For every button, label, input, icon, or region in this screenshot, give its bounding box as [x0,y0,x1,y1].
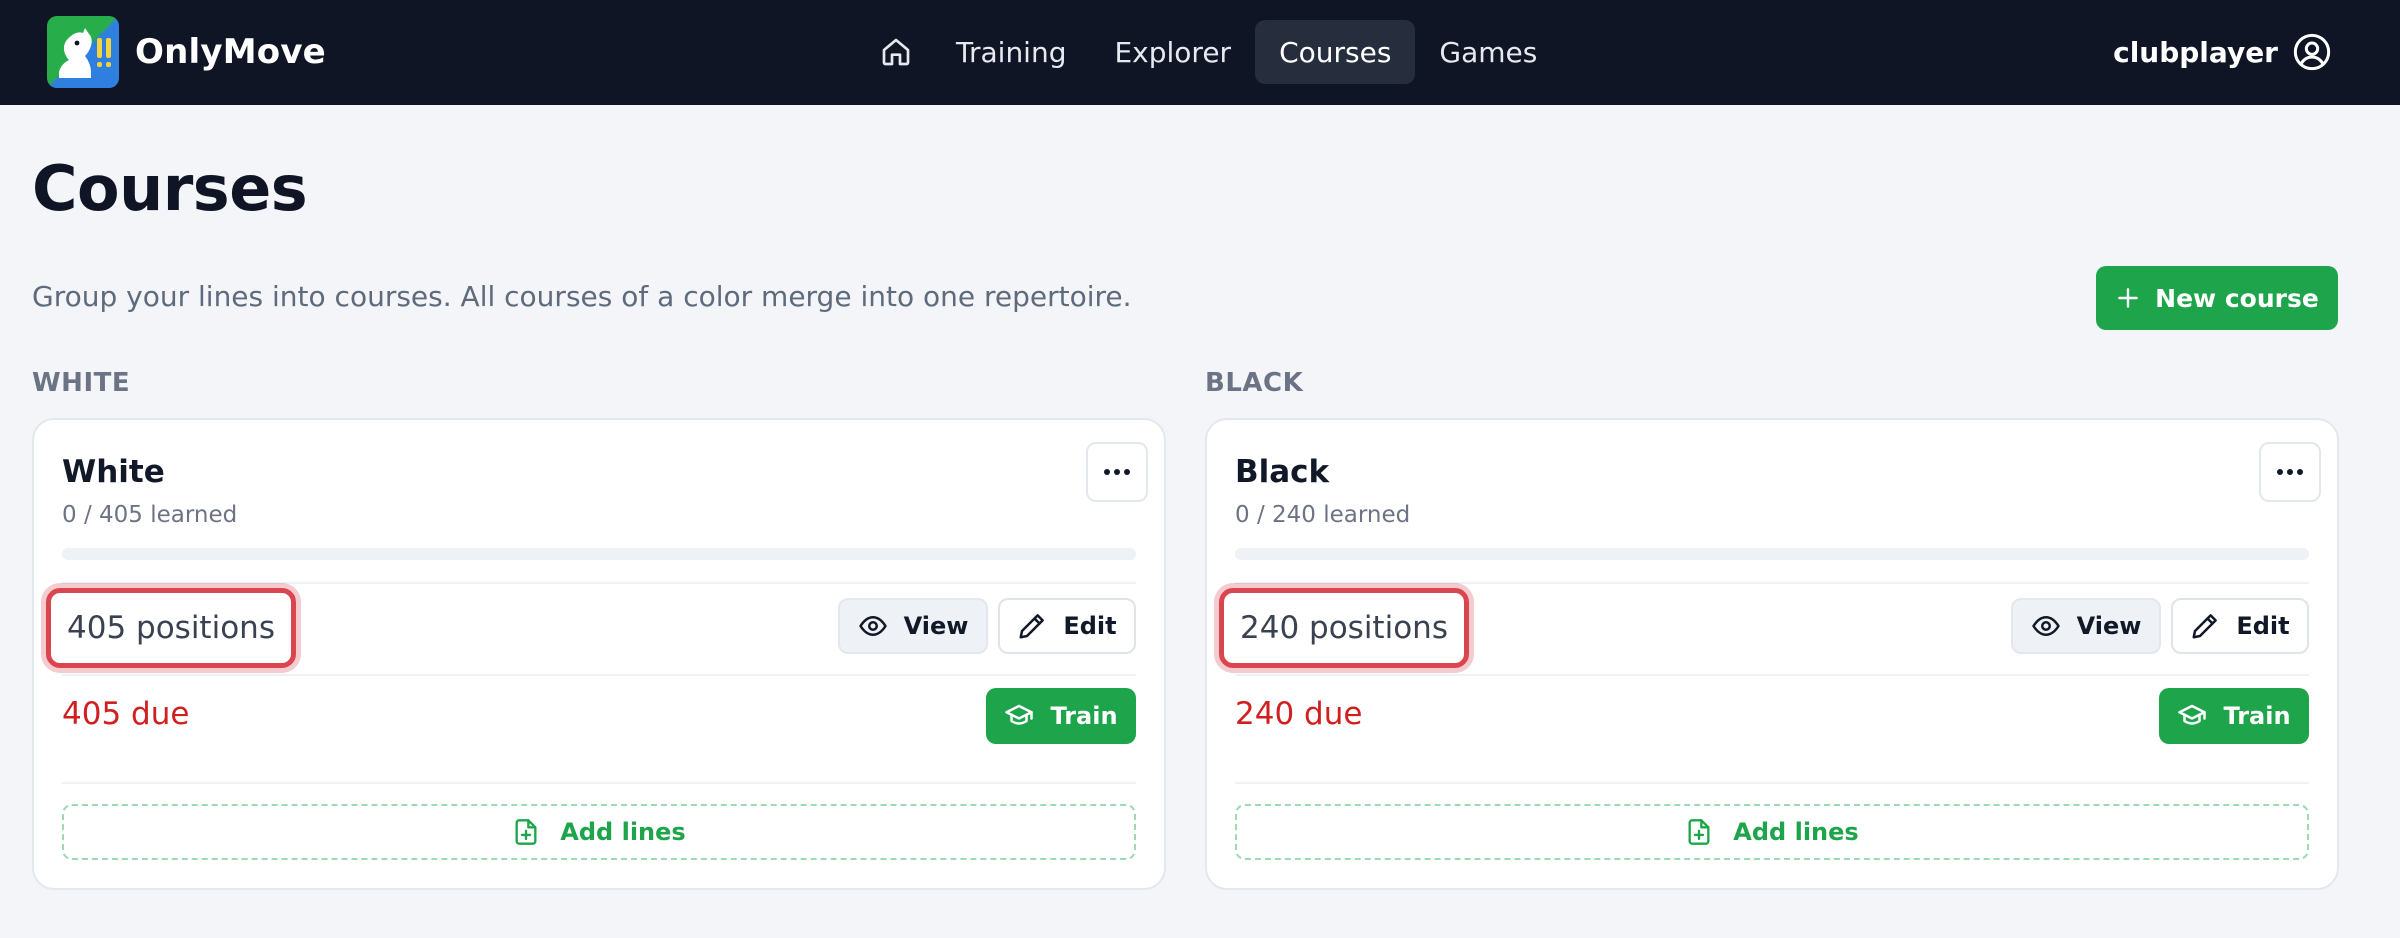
edit-button[interactable]: Edit [2171,598,2309,654]
new-course-button[interactable]: New course [2096,266,2338,330]
edit-button[interactable]: Edit [998,598,1136,654]
file-plus-icon [515,819,537,845]
train-button[interactable]: Train [2159,688,2309,744]
view-button[interactable]: View [2011,598,2161,654]
top-navigation-bar: OnlyMove Training Explorer Courses Games… [0,0,2400,105]
add-lines-button[interactable]: Add lines [1235,804,2309,860]
graduation-cap-icon [2178,704,2207,725]
pencil-icon [2192,614,2218,639]
divider [1235,582,2309,584]
username: clubplayer [2113,35,2278,69]
more-horizontal-icon [1104,469,1130,475]
knight-exclamation-logo [47,16,119,88]
nav-games[interactable]: Games [1415,20,1561,84]
section-label-black: BLACK [1205,368,1304,398]
nav-games-label: Games [1439,35,1538,69]
nav-explorer-label: Explorer [1114,35,1232,69]
more-horizontal-icon [2277,469,2303,475]
eye-icon [2031,616,2060,636]
nav-home[interactable] [860,20,932,84]
file-plus-icon [1688,819,1710,845]
pencil-icon [1019,614,1045,639]
course-title: Black [1235,454,1330,490]
main-nav: Training Explorer Courses Games [860,20,1561,84]
positions-count: 405 positions [46,588,296,668]
nav-courses-label: Courses [1279,35,1392,69]
nav-training-label: Training [956,35,1067,69]
due-count: 405 due [62,696,190,732]
plus-icon [2118,288,2139,308]
section-label-white: WHITE [32,368,131,398]
course-learned-count: 0 / 405 learned [62,502,238,528]
train-label: Train [2223,702,2291,730]
add-lines-label: Add lines [1733,818,1859,846]
page-title: Courses [32,152,308,225]
edit-label: Edit [1063,612,1117,640]
divider [62,674,1136,676]
brand[interactable]: OnlyMove [47,16,326,88]
user-menu[interactable]: clubplayer [2113,20,2332,84]
learned-progress-bar [62,548,1136,560]
nav-explorer[interactable]: Explorer [1090,20,1255,84]
nav-training[interactable]: Training [932,20,1090,84]
learned-progress-bar [1235,548,2309,560]
divider [1235,782,2309,784]
graduation-cap-icon [1005,704,1034,725]
train-button[interactable]: Train [986,688,1136,744]
view-label: View [2076,612,2142,640]
add-lines-label: Add lines [560,818,686,846]
course-menu-button[interactable] [1086,442,1148,502]
view-button[interactable]: View [838,598,988,654]
course-learned-count: 0 / 240 learned [1235,502,1411,528]
course-title: White [62,454,165,490]
nav-courses[interactable]: Courses [1255,20,1416,84]
add-lines-button[interactable]: Add lines [62,804,1136,860]
user-circle-icon [2293,33,2331,71]
positions-count: 240 positions [1219,588,1469,668]
page-subtitle: Group your lines into courses. All cours… [32,280,1132,313]
edit-label: Edit [2236,612,2290,640]
divider [62,782,1136,784]
train-label: Train [1050,702,1118,730]
brand-name: OnlyMove [135,32,326,72]
due-count: 240 due [1235,696,1363,732]
course-menu-button[interactable] [2259,442,2321,502]
course-card-black: Black 0 / 240 learned 240 positions View… [1205,418,2339,890]
view-label: View [903,612,969,640]
eye-icon [858,616,887,636]
course-card-white: White 0 / 405 learned 405 positions View… [32,418,1166,890]
home-icon [882,38,910,66]
divider [1235,674,2309,676]
new-course-label: New course [2155,283,2319,313]
divider [62,582,1136,584]
